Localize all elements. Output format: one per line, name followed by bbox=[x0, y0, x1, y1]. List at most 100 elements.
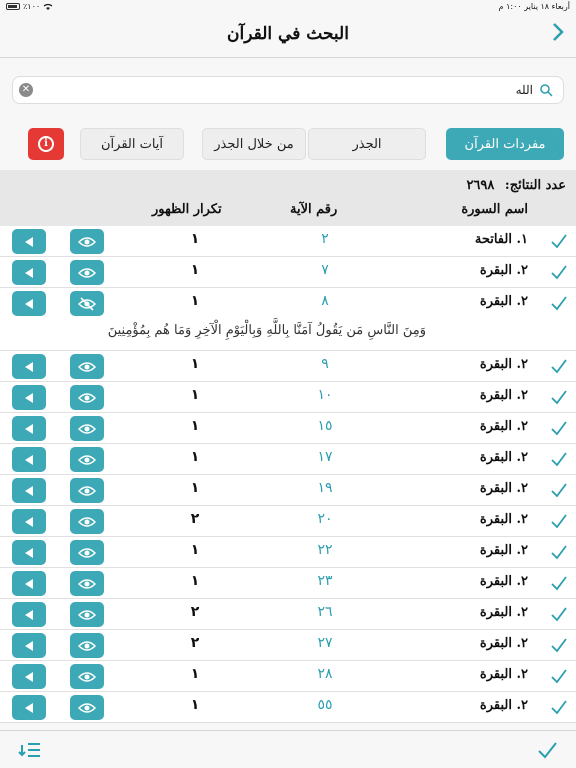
repeat-count: ١ bbox=[190, 449, 200, 465]
table-row[interactable]: ٢. البقرة ٢٨ ١ bbox=[0, 661, 576, 692]
ayah-number[interactable]: ٢٢ bbox=[300, 542, 350, 558]
play-icon bbox=[25, 361, 33, 372]
toggle-verse-button[interactable] bbox=[70, 633, 104, 658]
toggle-verse-button[interactable] bbox=[70, 540, 104, 565]
eye-icon bbox=[78, 640, 96, 651]
checkmark-icon bbox=[551, 514, 567, 529]
ayah-number[interactable]: ١٩ bbox=[300, 480, 350, 496]
play-button[interactable] bbox=[12, 540, 46, 565]
toggle-verse-button[interactable] bbox=[70, 229, 104, 254]
play-button[interactable] bbox=[12, 695, 46, 720]
info-button[interactable]: i bbox=[28, 128, 64, 160]
filter-quran-verses[interactable]: آيات القرآن bbox=[80, 128, 184, 160]
play-button[interactable] bbox=[12, 664, 46, 689]
table-row[interactable]: ٢. البقرة ١٥ ١ bbox=[0, 413, 576, 444]
ayah-number[interactable]: ٢٣ bbox=[300, 573, 350, 589]
play-button[interactable] bbox=[12, 478, 46, 503]
repeat-count: ١ bbox=[190, 231, 200, 247]
clear-button[interactable]: ✕ bbox=[19, 83, 33, 97]
chevron-right-icon bbox=[553, 23, 564, 41]
play-button[interactable] bbox=[12, 260, 46, 285]
toggle-verse-button[interactable] bbox=[70, 664, 104, 689]
surah-name: ٢. البقرة bbox=[479, 543, 528, 558]
checkmark-icon bbox=[551, 265, 567, 280]
toggle-verse-button[interactable] bbox=[70, 260, 104, 285]
play-icon bbox=[25, 423, 33, 434]
ayah-number[interactable]: ٧ bbox=[300, 262, 350, 278]
ayah-number[interactable]: ٢٧ bbox=[300, 635, 350, 651]
checkmark-icon bbox=[551, 638, 567, 653]
toggle-verse-button[interactable] bbox=[70, 478, 104, 503]
repeat-count: ١ bbox=[190, 666, 200, 682]
table-row[interactable]: ٢. البقرة ٢٢ ١ bbox=[0, 537, 576, 568]
surah-name: ٢. البقرة bbox=[479, 636, 528, 651]
play-button[interactable] bbox=[12, 229, 46, 254]
surah-name: ٢. البقرة bbox=[479, 357, 528, 372]
ayah-number[interactable]: ١٥ bbox=[300, 418, 350, 434]
ayah-number[interactable]: ٢٠ bbox=[300, 511, 350, 527]
filter-root[interactable]: الجذر bbox=[308, 128, 426, 160]
toggle-verse-button[interactable] bbox=[70, 571, 104, 596]
sort-list-icon[interactable] bbox=[18, 739, 42, 761]
surah-name: ٢. البقرة bbox=[479, 419, 528, 434]
column-header-surah: اسم السورة bbox=[461, 202, 528, 217]
results-count-label: عدد النتائج: bbox=[504, 178, 566, 193]
ayah-number[interactable]: ١٧ bbox=[300, 449, 350, 465]
filter-quran-words[interactable]: مفردات القرآن bbox=[446, 128, 564, 160]
results-header: عدد النتائج: ٢٦٩٨ اسم السورة رقم الآية ت… bbox=[0, 170, 576, 226]
checkmark-icon bbox=[551, 545, 567, 560]
ayah-number[interactable]: ٨ bbox=[300, 293, 350, 309]
ayah-number[interactable]: ٢٦ bbox=[300, 604, 350, 620]
results-count: عدد النتائج: ٢٦٩٨ bbox=[466, 178, 566, 193]
repeat-count: ١ bbox=[190, 573, 200, 589]
toggle-verse-button[interactable] bbox=[70, 447, 104, 472]
toggle-verse-button[interactable] bbox=[70, 416, 104, 441]
table-row[interactable]: ٢. البقرة ٧ ١ bbox=[0, 257, 576, 288]
play-button[interactable] bbox=[12, 633, 46, 658]
ayah-number[interactable]: ٥٥ bbox=[300, 697, 350, 713]
play-button[interactable] bbox=[12, 416, 46, 441]
ayah-number[interactable]: ١٠ bbox=[300, 387, 350, 403]
eye-icon bbox=[78, 578, 96, 589]
play-button[interactable] bbox=[12, 291, 46, 316]
toggle-verse-button[interactable] bbox=[70, 354, 104, 379]
play-button[interactable] bbox=[12, 385, 46, 410]
play-button[interactable] bbox=[12, 571, 46, 596]
checkmark-icon[interactable] bbox=[536, 739, 558, 761]
table-row[interactable]: ٢. البقرة ٩ ١ bbox=[0, 351, 576, 382]
table-row[interactable]: ٢. البقرة ٢٦ ٢ bbox=[0, 599, 576, 630]
ayah-number[interactable]: ٩ bbox=[300, 356, 350, 372]
eye-icon bbox=[78, 236, 96, 247]
toggle-verse-button[interactable] bbox=[70, 291, 104, 316]
table-row[interactable]: ١. الفاتحة ٢ ١ bbox=[0, 226, 576, 257]
repeat-count: ١ bbox=[190, 418, 200, 434]
play-button[interactable] bbox=[12, 509, 46, 534]
play-button[interactable] bbox=[12, 447, 46, 472]
table-row[interactable]: ٢. البقرة ١٧ ١ bbox=[0, 444, 576, 475]
ayah-number[interactable]: ٢ bbox=[300, 231, 350, 247]
toggle-verse-button[interactable] bbox=[70, 385, 104, 410]
table-row[interactable]: ٢. البقرة ٨ ١ وَمِنَ النَّاسِ مَن يَقُولُ آ… bbox=[0, 288, 576, 351]
toggle-verse-button[interactable] bbox=[70, 602, 104, 627]
back-button[interactable] bbox=[548, 22, 568, 48]
checkmark-icon bbox=[551, 234, 567, 249]
eye-icon bbox=[78, 516, 96, 527]
table-row[interactable]: ٢. البقرة ١٠ ١ bbox=[0, 382, 576, 413]
filter-by-root[interactable]: من خلال الجذر bbox=[202, 128, 306, 160]
table-row[interactable]: ٢. البقرة ١٩ ١ bbox=[0, 475, 576, 506]
navigation-bar: البحث في القرآن bbox=[0, 14, 576, 58]
search-input[interactable] bbox=[43, 80, 533, 100]
table-row[interactable]: ٢. البقرة ٥٥ ١ bbox=[0, 692, 576, 723]
play-icon bbox=[25, 485, 33, 496]
table-row[interactable]: ٢. البقرة ٢٣ ١ bbox=[0, 568, 576, 599]
wifi-icon bbox=[43, 3, 53, 10]
play-button[interactable] bbox=[12, 354, 46, 379]
toggle-verse-button[interactable] bbox=[70, 695, 104, 720]
play-button[interactable] bbox=[12, 602, 46, 627]
checkmark-icon bbox=[551, 576, 567, 591]
eye-icon bbox=[78, 392, 96, 403]
table-row[interactable]: ٢. البقرة ٢٧ ٢ bbox=[0, 630, 576, 661]
toggle-verse-button[interactable] bbox=[70, 509, 104, 534]
table-row[interactable]: ٢. البقرة ٢٠ ٢ bbox=[0, 506, 576, 537]
ayah-number[interactable]: ٢٨ bbox=[300, 666, 350, 682]
